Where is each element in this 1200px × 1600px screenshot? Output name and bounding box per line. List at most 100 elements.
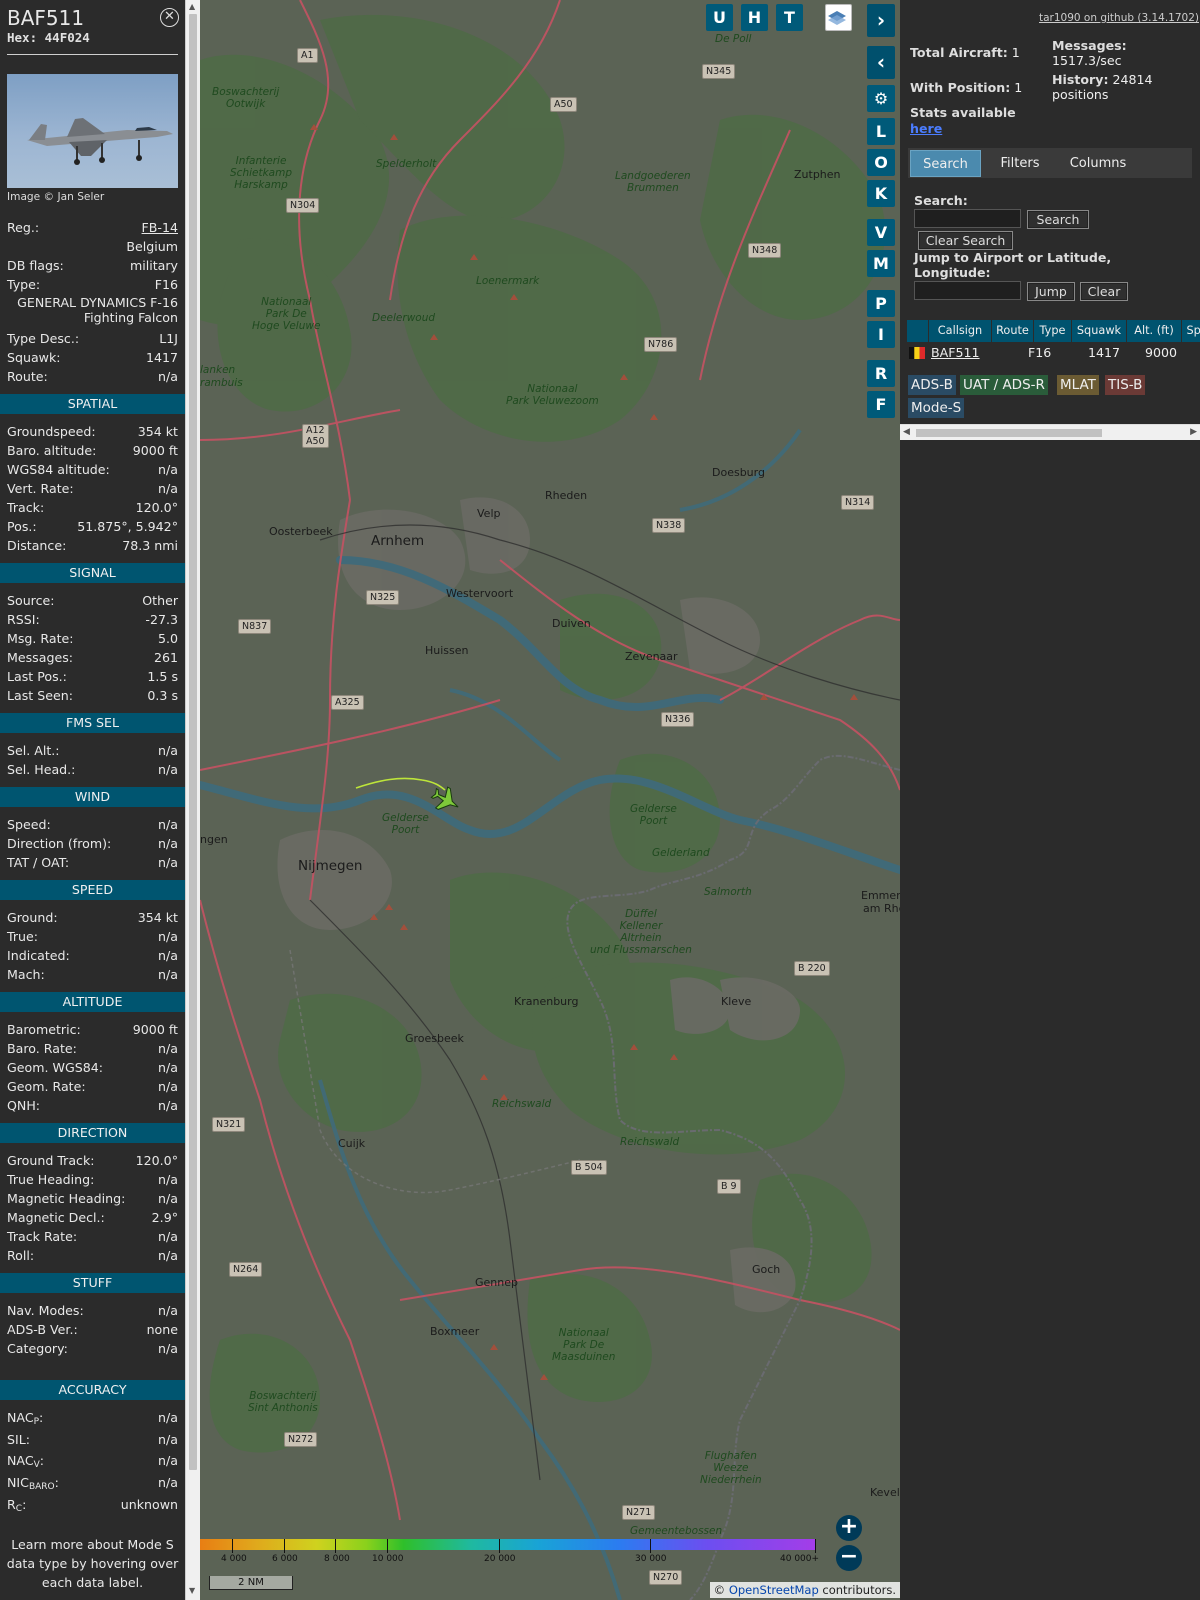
reg-link[interactable]: FB-14 [142,218,178,237]
table-row[interactable]: BAF511 F16 1417 9000 [907,343,1200,363]
column-type[interactable]: Type [1034,320,1072,342]
history-unit: positions [1052,87,1109,102]
column-speed[interactable]: Spd. [1182,320,1200,342]
github-link[interactable]: tar1090 on github (3.14.1702) [1039,12,1199,24]
place-velp: Velp [477,507,501,520]
row-callsign[interactable]: BAF511 [931,343,980,363]
toggle-h-button[interactable]: H [741,4,768,31]
scroll-up-icon[interactable]: ▲ [189,2,195,11]
direction-rows: Ground Track: 120.0° True Heading: n/a Magne… [0,1151,185,1265]
info-row-value: n/a [158,967,178,982]
info-row-label: Pos.: [7,519,37,534]
toggle-u-button[interactable]: U [706,4,733,31]
toggle-r-button[interactable]: R [867,360,895,387]
reg-label: Reg.: [7,220,40,235]
altitude-gradient-bar [200,1539,816,1550]
toggle-m-button[interactable]: M [867,250,895,277]
nature-boswachterij: Boswachterij Ootwijk [212,86,280,110]
total-aircraft-value: 1 [1011,45,1020,60]
section-accuracy: ACCURACY [0,1380,185,1400]
info-row-label: Track: [7,500,45,515]
stats-label: Stats available [910,105,1016,120]
section-wind: WIND [0,787,185,807]
toggle-f-button[interactable]: F [867,391,895,418]
zoom-out-button[interactable]: − [836,1545,862,1571]
nature-gelderse-poort-2: Gelderse Poort [630,803,677,827]
toggle-t-button[interactable]: T [776,4,803,31]
close-icon[interactable]: ✕ [160,8,179,27]
signal-rows: Source: Other RSSI: -27.3 Msg. Rate: 5.0 Messa… [0,591,185,705]
column-callsign[interactable]: Callsign [929,320,992,342]
info-row: True: n/a [0,927,185,946]
clear-search-button[interactable]: Clear Search [918,231,1013,250]
tab-columns[interactable]: Columns [1058,150,1138,177]
column-squawk[interactable]: Squawk [1072,320,1127,342]
info-row-label: Last Seen: [7,688,73,703]
aircraft-photo[interactable] [7,74,178,188]
stuff-rows: Nav. Modes: n/a ADS-B Ver.: none Category: n/… [0,1301,185,1358]
tab-filters[interactable]: Filters [986,150,1054,177]
toggle-p-button[interactable]: P [867,290,895,317]
nacp-label: NACP: [7,1410,44,1427]
history-stat: History: 24814 positions [1052,72,1192,102]
info-row-value: 354 kt [137,424,178,439]
info-row-value: 0.3 s [147,688,178,703]
place-zevenaar: Zevenaar [625,650,678,663]
source-tisb-badge: TIS-B [1105,375,1146,395]
toggle-l-button[interactable]: L [867,118,895,145]
scroll-left-icon[interactable]: ◀ [903,427,910,437]
place-groesbeek: Groesbeek [405,1032,464,1045]
info-row-value: n/a [158,1098,178,1113]
alt-tick-mark [650,1539,651,1553]
sidebar-panel: tar1090 on github (3.14.1702) Total Airc… [900,0,1200,1600]
info-row-value: 261 [153,650,178,665]
typedesc-row: Type Desc.: L1J [0,329,185,348]
table-horizontal-scrollbar[interactable]: ◀ ▶ [900,424,1200,440]
info-row-value: n/a [158,1303,178,1318]
info-row: QNH: n/a [0,1096,185,1115]
column-altitude[interactable]: Alt. (ft) [1127,320,1182,342]
info-row-label: Sel. Alt.: [7,743,60,758]
jump-button[interactable]: Jump [1027,282,1075,301]
tab-search[interactable]: Search [910,150,981,177]
nature-gelderland: Gelderland [652,847,710,859]
scroll-right-icon[interactable]: ▶ [1190,427,1197,437]
jump-input[interactable] [914,281,1021,300]
scrollbar-thumb[interactable] [916,429,1102,437]
nature-landgoederen: Landgoederen Brummen [615,170,691,194]
column-route[interactable]: Route [992,320,1034,342]
info-panel-scrollbar[interactable]: ▲ ▼ [185,0,200,1600]
toggle-k-button[interactable]: K [867,180,895,207]
info-row-label: Baro. altitude: [7,443,97,458]
nicbaro-value: n/a [158,1475,178,1490]
openstreetmap-link[interactable]: OpenStreetMap [729,1583,819,1597]
clear-jump-button[interactable]: Clear [1080,282,1128,301]
scroll-down-icon[interactable]: ▼ [189,1586,195,1595]
info-row: Source: Other [0,591,185,610]
info-row-label: Category: [7,1341,68,1356]
zoom-in-button[interactable]: + [836,1515,862,1541]
toggle-v-button[interactable]: V [867,219,895,246]
layers-icon[interactable] [825,4,852,31]
expand-sidebar-icon[interactable]: › [867,4,895,37]
info-row-value: 120.0° [135,1153,178,1168]
road-n837: N837 [238,619,272,634]
settings-gear-icon[interactable]: ⚙ [867,85,895,112]
info-row: Track: 120.0° [0,498,185,517]
toggle-i-button[interactable]: I [867,321,895,348]
row-type: F16 [1028,345,1052,360]
collapse-sidebar-icon[interactable]: ‹ [867,46,895,79]
scrollbar-thumb[interactable] [189,14,197,1470]
stats-available: Stats available here [910,105,1050,137]
map-view[interactable]: Arnhem Nijmegen Oosterbeek Velp Rheden W… [200,0,900,1600]
search-input[interactable] [914,209,1021,228]
stats-here-link[interactable]: here [910,121,1050,137]
info-row-label: Vert. Rate: [7,481,74,496]
place-huissen: Huissen [425,644,469,657]
nature-gemeentebossen: Gemeentebossen [630,1525,723,1537]
rc-row: RC: unknown [0,1495,185,1517]
column-flag[interactable] [907,320,929,342]
toggle-o-button[interactable]: O [867,149,895,176]
info-row: Barometric: 9000 ft [0,1020,185,1039]
search-button[interactable]: Search [1027,210,1089,229]
